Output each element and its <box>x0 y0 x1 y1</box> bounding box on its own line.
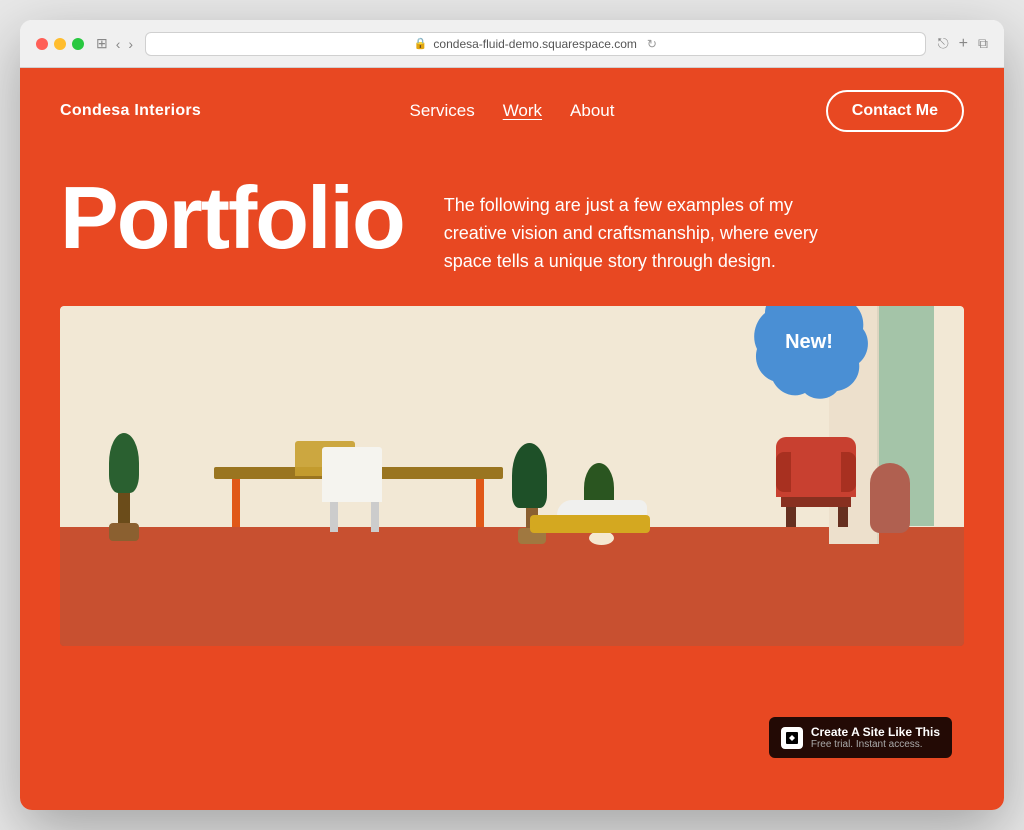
traffic-lights <box>36 38 84 50</box>
room-floor <box>60 527 964 646</box>
nav-links: Services Work About <box>410 101 615 121</box>
hero-title: Portfolio <box>60 174 404 262</box>
sidebar-toggle-icon[interactable]: ⊞ <box>96 35 108 52</box>
reload-icon[interactable]: ↻ <box>647 37 657 51</box>
hero-description: The following are just a few examples of… <box>444 174 824 276</box>
minimize-button[interactable] <box>54 38 66 50</box>
navigation: Condesa Interiors Services Work About Co… <box>20 68 1004 154</box>
website-content: Condesa Interiors Services Work About Co… <box>20 68 1004 810</box>
browser-window: ⊞ ‹ › 🔒 condesa-fluid-demo.squarespace.c… <box>20 20 1004 810</box>
browser-actions: ⎋ + ⧉ <box>938 35 988 53</box>
squarespace-subtitle: Free trial. Instant access. <box>811 739 940 750</box>
new-tab-icon[interactable]: + <box>959 35 968 53</box>
lock-icon: 🔒 <box>414 37 428 50</box>
url-text: condesa-fluid-demo.squarespace.com <box>433 37 636 51</box>
forward-button[interactable]: › <box>128 36 133 52</box>
desk-leg-right <box>476 479 484 527</box>
address-bar[interactable]: 🔒 condesa-fluid-demo.squarespace.com ↻ <box>145 32 926 56</box>
svg-text:New!: New! <box>785 331 833 353</box>
vase <box>870 463 910 533</box>
squarespace-text: Create A Site Like This Free trial. Inst… <box>811 725 940 750</box>
new-badge: New! <box>749 306 869 401</box>
portfolio-image-section: New! Create A Site Like This Free trial.… <box>60 306 964 770</box>
plant-left <box>96 433 151 533</box>
tabs-icon[interactable]: ⧉ <box>978 35 988 53</box>
hero-section: Portfolio The following are just a few e… <box>20 154 1004 306</box>
brand-logo[interactable]: Condesa Interiors <box>60 102 201 120</box>
close-button[interactable] <box>36 38 48 50</box>
maximize-button[interactable] <box>72 38 84 50</box>
rug <box>530 515 650 533</box>
squarespace-title: Create A Site Like This <box>811 725 940 739</box>
browser-chrome: ⊞ ‹ › 🔒 condesa-fluid-demo.squarespace.c… <box>20 20 1004 68</box>
armchair <box>776 437 856 527</box>
contact-button[interactable]: Contact Me <box>826 90 964 132</box>
desk-leg-left <box>232 479 240 527</box>
back-button[interactable]: ‹ <box>116 36 121 52</box>
share-icon[interactable]: ⎋ <box>938 35 949 53</box>
nav-work[interactable]: Work <box>503 101 542 121</box>
chair <box>322 447 382 527</box>
browser-nav-controls: ⊞ ‹ › <box>96 35 133 52</box>
nav-about[interactable]: About <box>570 101 614 121</box>
squarespace-logo <box>781 727 803 749</box>
squarespace-badge[interactable]: Create A Site Like This Free trial. Inst… <box>769 717 952 758</box>
nav-services[interactable]: Services <box>410 101 475 121</box>
